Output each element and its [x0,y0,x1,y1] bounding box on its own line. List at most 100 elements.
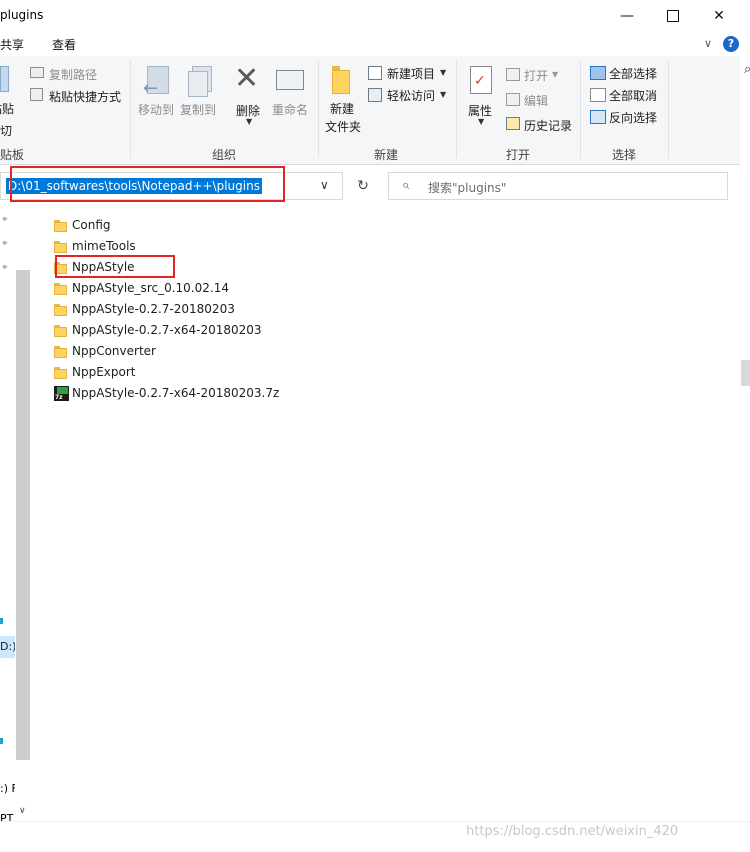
select-all-icon [590,66,606,80]
file-name: NppExport [72,365,136,379]
search-icon: ⌕ [402,178,410,193]
cut-button[interactable]: 剪切 [0,122,12,139]
copy-path-icon [30,67,44,78]
highlight-nppastyle-box [55,255,175,278]
folder-icon [54,366,67,379]
new-folder-label-2[interactable]: 文件夹 [325,118,361,135]
history-icon [506,117,520,130]
refresh-icon: ↻ [357,178,369,194]
easy-access-icon [368,88,382,102]
list-item[interactable]: Config [54,215,354,235]
list-item[interactable]: 7z NppAStyle-0.2.7-x64-20180203.7z [54,383,354,403]
folder-icon [54,324,67,337]
copy-to-icon [186,66,214,97]
copy-to-button[interactable]: 复制到 [180,101,216,118]
nav-marker [0,738,3,744]
nav-item[interactable]: :) F [0,782,15,795]
edit-button[interactable]: 编辑 [524,92,548,109]
delete-icon: ✕ [234,61,260,96]
organize-group-label: 组织 [212,148,237,162]
collapse-ribbon-icon[interactable]: ∨ [704,37,712,50]
new-item-dropdown-icon[interactable]: ▼ [440,68,446,77]
nav-scroll-down-icon[interactable]: ∨ [19,806,26,816]
new-item-button[interactable]: 新建项目 [387,65,435,82]
search-tools-icon: ⌕ [744,62,750,77]
ribbon-separator [456,60,457,158]
nav-marker [0,618,3,624]
properties-icon: ✓ [470,66,492,94]
refresh-button[interactable]: ↻ [350,172,376,200]
pin-icon[interactable]: ⌖ [2,214,8,225]
paste-shortcut-button[interactable]: 粘贴快捷方式 [49,88,121,105]
list-item[interactable]: NppAStyle-0.2.7-x64-20180203 [54,320,354,340]
pin-icon[interactable]: ⌖ [2,238,8,249]
ribbon-tab-bar [0,32,750,56]
pin-icon[interactable]: ⌖ [2,262,8,273]
move-to-icon: ← [143,66,171,99]
file-name: NppAStyle_src_0.10.02.14 [72,281,229,295]
invert-selection-button[interactable]: 反向选择 [609,109,657,126]
minimize-button[interactable]: — [604,0,650,32]
ribbon-separator [130,60,131,158]
select-group-label: 选择 [612,148,637,162]
right-scroll-marker [741,360,750,386]
select-none-button[interactable]: 全部取消 [609,87,657,104]
watermark: https://blog.csdn.net/weixin_420 [466,824,679,839]
status-separator [0,821,750,822]
folder-icon [54,240,67,253]
easy-access-button[interactable]: 轻松访问 [387,87,435,104]
file-name: mimeTools [72,239,136,253]
folder-icon [54,282,67,295]
list-item[interactable]: NppExport [54,362,354,382]
ribbon-separator [668,60,669,158]
file-name: NppConverter [72,344,156,358]
new-group-label: 新建 [374,148,399,162]
rename-button[interactable]: 重命名 [272,101,308,118]
close-button[interactable]: ✕ [696,0,742,32]
new-item-icon [368,66,382,80]
clipboard-group-label: 剪贴板 [0,148,25,162]
easy-access-dropdown-icon[interactable]: ▼ [440,90,446,99]
invert-selection-icon [590,110,606,124]
history-button[interactable]: 历史记录 [524,117,572,134]
help-icon[interactable]: ? [723,36,739,52]
nav-item[interactable]: PT [0,812,15,825]
folder-icon [54,219,67,232]
open-icon [506,68,520,81]
copy-path-button[interactable]: 复制路径 [49,66,97,83]
tab-view[interactable]: 查看 [52,36,76,53]
address-history-dropdown-icon[interactable]: ∨ [320,178,329,192]
file-name: NppAStyle-0.2.7-x64-20180203 [72,323,262,337]
nav-scrollbar-thumb[interactable] [16,270,30,760]
delete-dropdown-icon[interactable]: ▼ [246,117,252,126]
7z-archive-icon: 7z [54,385,69,401]
ribbon-separator [580,60,581,158]
new-folder-label-1[interactable]: 新建 [330,100,354,117]
open-dropdown-icon[interactable]: ▼ [552,70,558,79]
highlight-address-box [10,166,285,202]
list-item[interactable]: NppAStyle-0.2.7-20180203 [54,299,354,319]
list-item[interactable]: NppAStyle_src_0.10.02.14 [54,278,354,298]
properties-dropdown-icon[interactable]: ▼ [478,117,484,126]
open-button[interactable]: 打开 [524,67,548,84]
minimize-icon: — [620,8,634,24]
search-placeholder: 搜索"plugins" [428,181,507,195]
folder-icon [54,345,67,358]
maximize-icon [667,10,679,22]
tab-share[interactable]: 共享 [0,36,24,53]
move-to-button[interactable]: 移动到 [138,101,174,118]
select-all-button[interactable]: 全部选择 [609,65,657,82]
ribbon-separator [318,60,319,158]
paste-shortcut-icon [30,88,43,101]
list-item[interactable]: mimeTools [54,236,354,256]
nav-item-drive-d[interactable]: D:) [0,636,15,658]
open-group-label: 打开 [506,148,531,162]
select-none-icon [590,88,606,102]
paste-icon [0,66,9,92]
maximize-button[interactable] [650,0,696,32]
file-name: NppAStyle-0.2.7-20180203 [72,302,235,316]
folder-icon [54,303,67,316]
close-icon: ✕ [713,8,725,24]
paste-button[interactable]: 粘贴 [0,100,14,117]
list-item[interactable]: NppConverter [54,341,354,361]
